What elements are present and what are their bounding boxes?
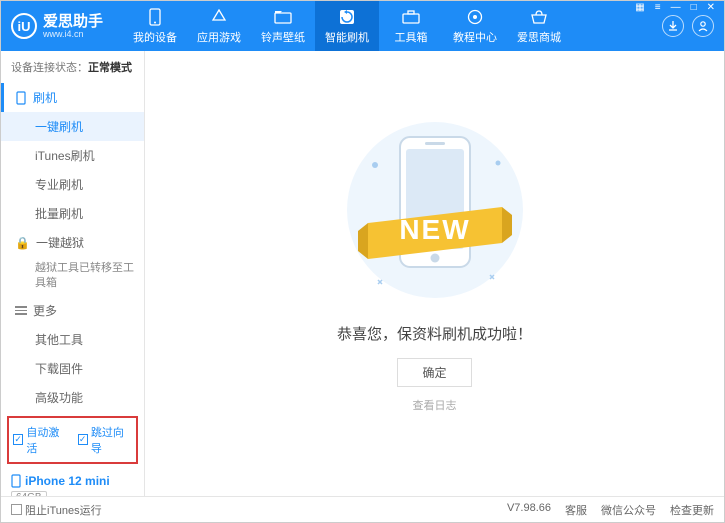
options-highlight: ✓ 自动激活 ✓ 跳过向导 [7, 416, 138, 464]
support-link[interactable]: 客服 [565, 502, 587, 518]
jailbreak-note: 越狱工具已转移至工具箱 [1, 257, 144, 296]
minimize-button[interactable]: — [669, 2, 683, 13]
device-name: iPhone 12 mini [11, 474, 134, 488]
connection-status: 设备连接状态：正常模式 [1, 51, 144, 83]
sidebar-item-batch[interactable]: 批量刷机 [1, 199, 144, 228]
nav-label: 爱思商城 [517, 29, 561, 45]
nav-store[interactable]: 爱思商城 [507, 1, 571, 51]
sidebar-group-label: 更多 [33, 302, 57, 319]
update-link[interactable]: 检查更新 [670, 502, 714, 518]
success-message: 恭喜您，保资料刷机成功啦！ [337, 323, 532, 344]
view-log-link[interactable]: 查看日志 [413, 397, 457, 413]
sidebar-item-advanced[interactable]: 高级功能 [1, 383, 144, 412]
sidebar-item-itunes[interactable]: iTunes刷机 [1, 141, 144, 170]
checkbox-icon: ✓ [78, 434, 88, 445]
app-name: 爱思助手 [43, 14, 103, 29]
nav-label: 我的设备 [133, 29, 177, 45]
sidebar-group-jailbreak[interactable]: 🔒 一键越狱 [1, 228, 144, 257]
lock-icon: 🔒 [15, 236, 30, 250]
window-controls: ▦ ≡ — □ ✕ [633, 2, 717, 13]
checkbox-label: 跳过向导 [91, 424, 132, 456]
logo-icon: iU [11, 13, 37, 39]
user-button[interactable] [692, 15, 714, 37]
logo[interactable]: iU 爱思助手 www.i4.cn [11, 13, 103, 39]
app-site: www.i4.cn [43, 29, 103, 39]
sidebar-item-oneclick[interactable]: 一键刷机 [1, 112, 144, 141]
footer-bar: 阻止iTunes运行 V7.98.66 客服 微信公众号 检查更新 [1, 496, 724, 522]
folder-icon [274, 8, 292, 26]
status-value: 正常模式 [88, 62, 132, 74]
sidebar-item-pro[interactable]: 专业刷机 [1, 170, 144, 199]
nav-flash[interactable]: 智能刷机 [315, 1, 379, 51]
top-nav: 我的设备 应用游戏 铃声壁纸 智能刷机 工具箱 教程中心 [123, 1, 662, 51]
maximize-button[interactable]: □ [689, 2, 699, 13]
phone-small-icon [15, 91, 27, 105]
sidebar-group-flash[interactable]: 刷机 [1, 83, 144, 112]
menu-icon[interactable]: ≡ [653, 2, 663, 13]
body: 设备连接状态：正常模式 刷机 一键刷机 iTunes刷机 专业刷机 批量刷机 🔒… [1, 51, 724, 496]
checkbox-block-itunes[interactable]: 阻止iTunes运行 [11, 502, 102, 518]
version-label: V7.98.66 [507, 502, 551, 518]
header-actions [662, 15, 714, 37]
sidebar: 设备连接状态：正常模式 刷机 一键刷机 iTunes刷机 专业刷机 批量刷机 🔒… [1, 51, 145, 496]
wechat-link[interactable]: 微信公众号 [601, 502, 656, 518]
checkbox-label: 自动激活 [26, 424, 67, 456]
footer-right: V7.98.66 客服 微信公众号 检查更新 [507, 502, 714, 518]
nav-label: 铃声壁纸 [261, 29, 305, 45]
book-icon [466, 8, 484, 26]
checkbox-label: 阻止iTunes运行 [25, 502, 102, 518]
nav-device[interactable]: 我的设备 [123, 1, 187, 51]
phone-icon [146, 8, 164, 26]
nav-apps[interactable]: 应用游戏 [187, 1, 251, 51]
hamburger-icon [15, 304, 27, 317]
ribbon-text: NEW [399, 214, 470, 245]
close-button[interactable]: ✕ [705, 2, 717, 13]
store-icon [530, 8, 548, 26]
checkbox-icon: ✓ [13, 434, 23, 445]
sidebar-group-more[interactable]: 更多 [1, 296, 144, 325]
checkbox-auto-activate[interactable]: ✓ 自动激活 [13, 424, 68, 456]
main-content: NEW 恭喜您，保资料刷机成功啦！ 确定 查看日志 [145, 51, 724, 496]
nav-label: 教程中心 [453, 29, 497, 45]
nav-ringtone[interactable]: 铃声壁纸 [251, 1, 315, 51]
nav-tools[interactable]: 工具箱 [379, 1, 443, 51]
app-window: ▦ ≡ — □ ✕ iU 爱思助手 www.i4.cn 我的设备 应用游戏 铃声 [0, 0, 725, 523]
phone-tiny-icon [11, 474, 21, 488]
nav-label: 应用游戏 [197, 29, 241, 45]
ok-button[interactable]: 确定 [397, 358, 471, 387]
status-label: 设备连接状态： [11, 62, 88, 74]
settings-icon[interactable]: ▦ [633, 2, 646, 13]
download-button[interactable] [662, 15, 684, 37]
refresh-icon [338, 8, 356, 26]
apps-icon [210, 8, 228, 26]
device-info[interactable]: iPhone 12 mini 64GB Down-12mini-13,1 [1, 468, 144, 496]
nav-label: 工具箱 [395, 29, 428, 45]
sidebar-item-other[interactable]: 其他工具 [1, 325, 144, 354]
success-illustration: NEW [330, 115, 540, 305]
sidebar-group-label: 一键越狱 [36, 234, 84, 251]
sidebar-group-label: 刷机 [33, 89, 57, 106]
nav-tutorial[interactable]: 教程中心 [443, 1, 507, 51]
checkbox-skip-guide[interactable]: ✓ 跳过向导 [78, 424, 133, 456]
checkbox-icon [11, 504, 22, 515]
sidebar-item-firmware[interactable]: 下载固件 [1, 354, 144, 383]
device-name-text: iPhone 12 mini [25, 474, 110, 488]
toolbox-icon [402, 8, 420, 26]
header-bar: iU 爱思助手 www.i4.cn 我的设备 应用游戏 铃声壁纸 智能刷机 [1, 1, 724, 51]
nav-label: 智能刷机 [325, 29, 369, 45]
